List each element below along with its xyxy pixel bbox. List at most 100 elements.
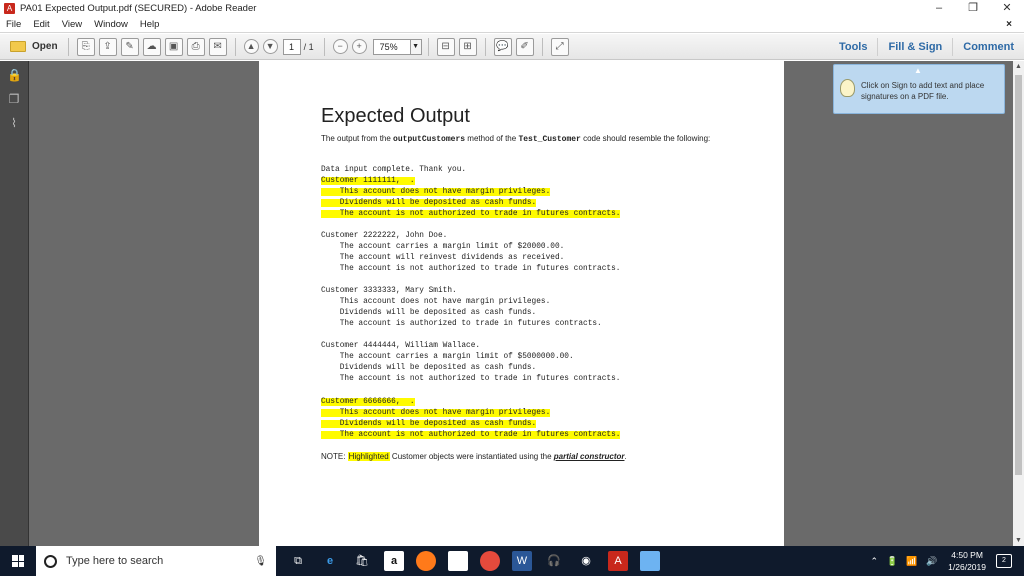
fit-page-icon[interactable]: ⊟ xyxy=(436,37,455,56)
minimize-button[interactable]: – xyxy=(922,0,956,17)
clock[interactable]: 4:50 PM 1/26/2019 xyxy=(948,549,986,573)
amazon-icon[interactable]: a xyxy=(384,551,404,571)
customer-line: Dividends will be deposited as cash fund… xyxy=(321,309,537,317)
toolbar-separator xyxy=(67,37,69,56)
next-page-icon[interactable]: ▼ xyxy=(262,39,278,54)
lightbulb-icon xyxy=(840,79,855,97)
windows-logo-icon xyxy=(12,555,24,567)
lock-icon[interactable]: 🔒 xyxy=(7,68,22,82)
customer-block-2: Customer 2222222, John Doe. The account … xyxy=(321,231,620,275)
scroll-down-icon[interactable]: ▼ xyxy=(1013,535,1024,546)
page-thumbnails-icon[interactable]: ❐ xyxy=(7,92,21,106)
headphones-icon[interactable]: 🎧 xyxy=(544,551,564,571)
zoom-level-input[interactable]: 75% xyxy=(372,38,411,55)
cloud-upload-icon[interactable]: ☁ xyxy=(142,37,161,56)
customer-header: Customer 4444444, William Wallace. xyxy=(321,342,481,350)
note-text: NOTE: xyxy=(321,452,348,461)
customer-line: The account is not authorized to trade i… xyxy=(321,210,621,218)
method-name: outputCustomers xyxy=(393,135,466,144)
open-button[interactable]: Open xyxy=(6,37,62,57)
chrome-icon[interactable] xyxy=(480,551,500,571)
taskbar-search[interactable]: Type here to search 🎙 xyxy=(36,546,276,576)
comment-button[interactable]: Comment xyxy=(952,38,1024,56)
tools-button[interactable]: Tools xyxy=(829,38,878,56)
note-emphasis: partial constructor xyxy=(553,452,625,461)
firefox-icon[interactable] xyxy=(416,551,436,571)
word-icon[interactable]: W xyxy=(512,551,532,571)
customer-header: Customer 1111111, . xyxy=(321,177,415,185)
print-icon[interactable]: ⎙ xyxy=(186,37,205,56)
page-number-input[interactable]: 1 xyxy=(282,38,301,55)
previous-page-icon[interactable]: ▲ xyxy=(243,39,259,54)
customer-line: This account does not have margin privil… xyxy=(321,298,551,306)
close-button[interactable]: ✕ xyxy=(990,0,1024,17)
zoom-dropdown-arrow-icon[interactable]: ▼ xyxy=(410,38,422,55)
microphone-icon[interactable]: 🎙 xyxy=(254,556,267,567)
customer-line: The account is not authorized to trade i… xyxy=(321,431,621,439)
zoom-out-icon[interactable]: − xyxy=(332,39,348,54)
customer-block-1: Customer 1111111, . This account does no… xyxy=(321,176,621,220)
expand-icon[interactable]: ⤢ xyxy=(550,37,569,56)
toolbar-separator xyxy=(541,37,543,56)
customer-block-4: Customer 4444444, William Wallace. The a… xyxy=(321,341,620,385)
customer-header: Customer 2222222, John Doe. xyxy=(321,232,448,240)
start-button[interactable] xyxy=(0,546,36,576)
system-tray-icons[interactable]: ⌃ 🔋 📶 🔊 xyxy=(871,556,941,567)
email-icon[interactable]: ✉ xyxy=(208,37,227,56)
menu-window[interactable]: Window xyxy=(88,19,134,30)
notification-center-icon[interactable]: 2 xyxy=(996,554,1012,568)
task-view-icon[interactable]: ⧉ xyxy=(288,551,308,571)
menu-help[interactable]: Help xyxy=(134,19,166,30)
notepad-icon[interactable] xyxy=(640,551,660,571)
open-label: Open xyxy=(32,41,58,52)
vertical-scrollbar[interactable]: ▲ ▼ xyxy=(1013,61,1024,546)
comment-icon[interactable]: 💬 xyxy=(493,37,512,56)
cortana-icon xyxy=(44,554,57,568)
menu-view[interactable]: View xyxy=(56,19,88,30)
menu-file[interactable]: File xyxy=(0,19,27,30)
create-pdf-icon[interactable]: ⎘ xyxy=(76,37,95,56)
code-line-data-input: Data input complete. Thank you. xyxy=(321,166,467,174)
highlight-icon[interactable]: ✐ xyxy=(515,37,534,56)
note-text: . xyxy=(624,452,627,461)
export-pdf-icon[interactable]: ⇪ xyxy=(98,37,117,56)
intro-text: method of the xyxy=(465,134,519,143)
tooltip-text: Click on Sign to add text and place sign… xyxy=(861,81,985,101)
pdf-page: Expected Output The output from the outp… xyxy=(259,61,784,546)
edit-pdf-icon[interactable]: ✎ xyxy=(120,37,139,56)
steam-icon[interactable]: ◉ xyxy=(576,551,596,571)
customer-line: This account does not have margin privil… xyxy=(321,409,551,417)
adobe-reader-icon: A xyxy=(4,3,15,14)
collapse-chevron-icon[interactable]: ▲ xyxy=(914,66,922,75)
intro-text: code should resemble the following: xyxy=(580,134,711,143)
menu-edit[interactable]: Edit xyxy=(27,19,55,30)
zoom-in-icon[interactable]: + xyxy=(351,39,367,54)
search-placeholder: Type here to search xyxy=(66,555,164,567)
intro-text: The output from the xyxy=(321,134,394,143)
acrobat-icon[interactable]: A xyxy=(608,551,628,571)
store-icon[interactable]: 🛍 xyxy=(352,551,372,571)
customer-header: Customer 3333333, Mary Smith. xyxy=(321,287,457,295)
scroll-up-icon[interactable]: ▲ xyxy=(1013,61,1024,72)
note-text: Customer objects were instantiated using… xyxy=(389,452,554,461)
save-icon[interactable]: ▣ xyxy=(164,37,183,56)
folder-icon xyxy=(10,41,26,52)
customer-line: The account is authorized to trade in fu… xyxy=(321,320,602,328)
customer-block-3: Customer 3333333, Mary Smith. This accou… xyxy=(321,286,602,330)
edge-icon[interactable]: e xyxy=(320,551,340,571)
title-bar: A PA01 Expected Output.pdf (SECURED) - A… xyxy=(0,0,1024,17)
fit-width-icon[interactable]: ⊞ xyxy=(458,37,477,56)
toolbar-separator xyxy=(323,37,325,56)
document-intro: The output from the outputCustomers meth… xyxy=(321,133,741,145)
attachments-icon[interactable]: ⌇ xyxy=(7,116,21,130)
close-document-button[interactable]: × xyxy=(1006,17,1012,33)
document-title: Expected Output xyxy=(321,105,470,127)
customer-header: Customer 6666666, . xyxy=(321,398,415,406)
restore-button[interactable]: ❐ xyxy=(956,0,990,17)
customer-line: The account carries a margin limit of $2… xyxy=(321,243,565,251)
note-highlight: Highlighted xyxy=(347,452,390,461)
scrollbar-thumb[interactable] xyxy=(1015,75,1022,475)
toolbar-separator xyxy=(484,37,486,56)
document-icon[interactable] xyxy=(448,551,468,571)
fill-sign-button[interactable]: Fill & Sign xyxy=(877,38,952,56)
